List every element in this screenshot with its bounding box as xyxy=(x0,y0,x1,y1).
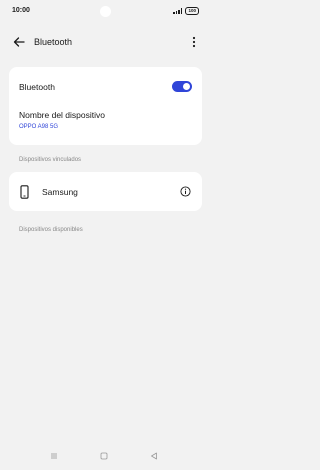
back-arrow-icon[interactable] xyxy=(12,35,26,49)
device-name-value: OPPO A98 5G xyxy=(19,124,59,130)
page-title: Bluetooth xyxy=(34,37,73,47)
device-name-label[interactable]: Nombre del dispositivo xyxy=(19,110,105,120)
more-vert-icon[interactable] xyxy=(191,35,197,49)
navigation-bar xyxy=(0,448,211,466)
paired-devices-heading: Dispositivos vinculados xyxy=(19,157,82,163)
status-bar: 10:00 100 xyxy=(0,0,211,22)
status-icons: 100 xyxy=(173,7,199,15)
signal-icon xyxy=(173,8,183,14)
phone-icon xyxy=(20,185,29,199)
paired-device-row[interactable]: Samsung xyxy=(9,172,202,211)
camera-cutout xyxy=(100,6,111,17)
info-icon[interactable] xyxy=(180,186,191,197)
menu-icon[interactable] xyxy=(50,452,58,460)
back-icon[interactable] xyxy=(150,452,158,460)
bluetooth-label: Bluetooth xyxy=(19,82,55,92)
status-time: 10:00 xyxy=(12,7,30,14)
home-icon[interactable] xyxy=(100,452,108,460)
battery-icon: 100 xyxy=(185,7,199,15)
available-devices-heading: Dispositivos disponibles xyxy=(19,227,83,233)
bluetooth-toggle[interactable] xyxy=(172,81,192,92)
paired-device-name: Samsung xyxy=(42,187,78,197)
bluetooth-card: Bluetooth Nombre del dispositivo OPPO A9… xyxy=(9,67,202,145)
app-bar: Bluetooth xyxy=(0,30,211,54)
